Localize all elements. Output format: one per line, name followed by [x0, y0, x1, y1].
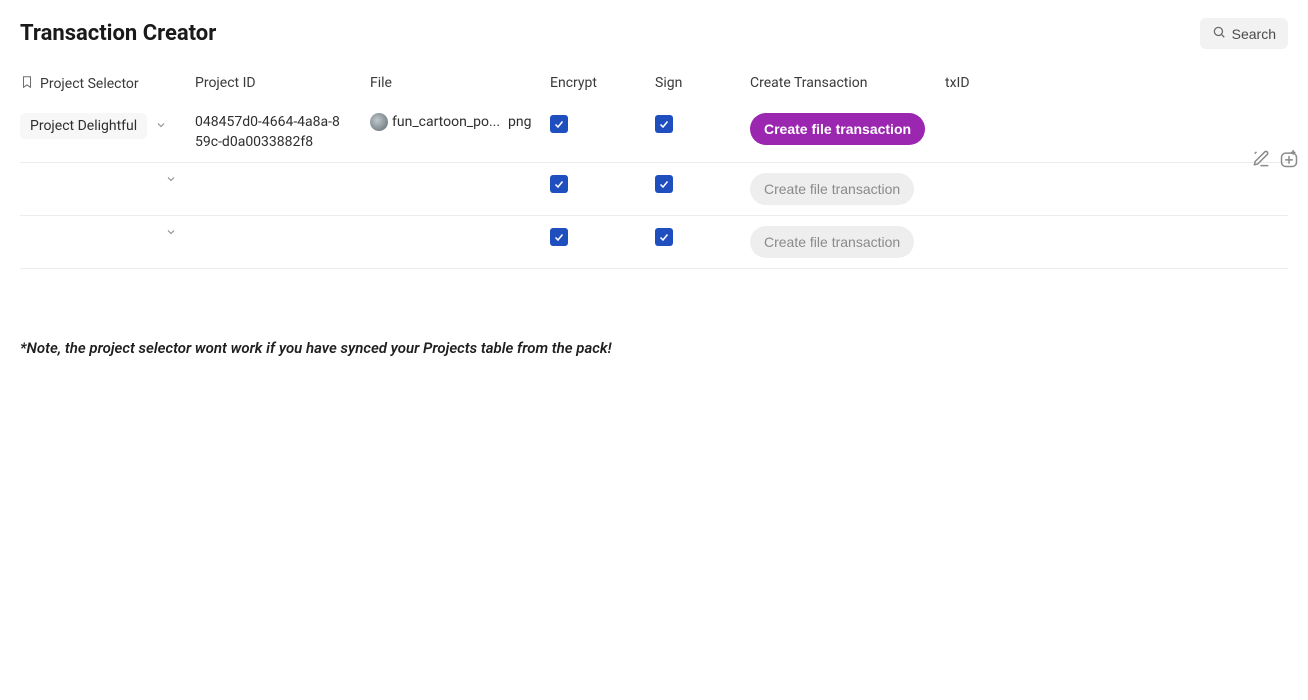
col-sign: Sign: [655, 75, 750, 91]
sign-checkbox[interactable]: [655, 115, 673, 133]
chevron-down-icon[interactable]: [155, 119, 167, 131]
file-cell: fun_cartoon_po... png: [370, 113, 550, 131]
transactions-table: Project Selector Project ID File Encrypt…: [20, 67, 1288, 269]
project-selector-cell: [20, 173, 195, 185]
create-tx-cell: Create file transaction: [750, 113, 945, 145]
sign-cell: [655, 226, 750, 247]
project-selector-cell: Project Delightful: [20, 113, 195, 139]
encrypt-checkbox[interactable]: [550, 115, 568, 133]
col-project-selector: Project Selector: [20, 75, 195, 93]
file-thumb-icon: [370, 113, 388, 131]
page-title: Transaction Creator: [20, 21, 216, 46]
create-file-transaction-button: Create file transaction: [750, 226, 914, 258]
table-row: Create file transaction: [20, 216, 1288, 269]
table-row: Project Delightful 048457d0-4664-4a8a-859…: [20, 103, 1288, 163]
create-tx-cell: Create file transaction: [750, 226, 945, 258]
file-ext: png: [508, 114, 531, 130]
encrypt-cell: [550, 173, 655, 194]
col-file: File: [370, 75, 550, 91]
col-encrypt: Encrypt: [550, 75, 655, 91]
create-tx-cell: Create file transaction: [750, 173, 945, 205]
sign-checkbox[interactable]: [655, 175, 673, 193]
side-actions: [1250, 148, 1300, 170]
table-row: Create file transaction: [20, 163, 1288, 216]
sign-cell: [655, 113, 750, 134]
project-id: 048457d0-4664-4a8a-859c-d0a0033882f8: [195, 113, 355, 152]
col-project-id: Project ID: [195, 75, 370, 91]
search-icon: [1212, 25, 1226, 42]
search-button[interactable]: Search: [1200, 18, 1288, 49]
create-file-transaction-button: Create file transaction: [750, 173, 914, 205]
edit-icon[interactable]: [1250, 148, 1272, 170]
encrypt-cell: [550, 226, 655, 247]
table-header: Project Selector Project ID File Encrypt…: [20, 67, 1288, 103]
project-selector-cell: [20, 226, 195, 238]
file-name: fun_cartoon_po...: [392, 114, 500, 130]
encrypt-cell: [550, 113, 655, 134]
encrypt-checkbox[interactable]: [550, 175, 568, 193]
project-chip[interactable]: Project Delightful: [20, 113, 147, 139]
add-icon[interactable]: [1278, 148, 1300, 170]
create-file-transaction-button[interactable]: Create file transaction: [750, 113, 925, 145]
sign-checkbox[interactable]: [655, 228, 673, 246]
search-label: Search: [1232, 26, 1276, 42]
chevron-down-icon[interactable]: [165, 173, 177, 185]
sign-cell: [655, 173, 750, 194]
col-create-tx: Create Transaction: [750, 75, 945, 91]
bookmark-icon: [20, 75, 34, 93]
col-txid: txID: [945, 75, 1085, 91]
footnote: *Note, the project selector wont work if…: [20, 339, 1288, 357]
chevron-down-icon[interactable]: [165, 226, 177, 238]
encrypt-checkbox[interactable]: [550, 228, 568, 246]
